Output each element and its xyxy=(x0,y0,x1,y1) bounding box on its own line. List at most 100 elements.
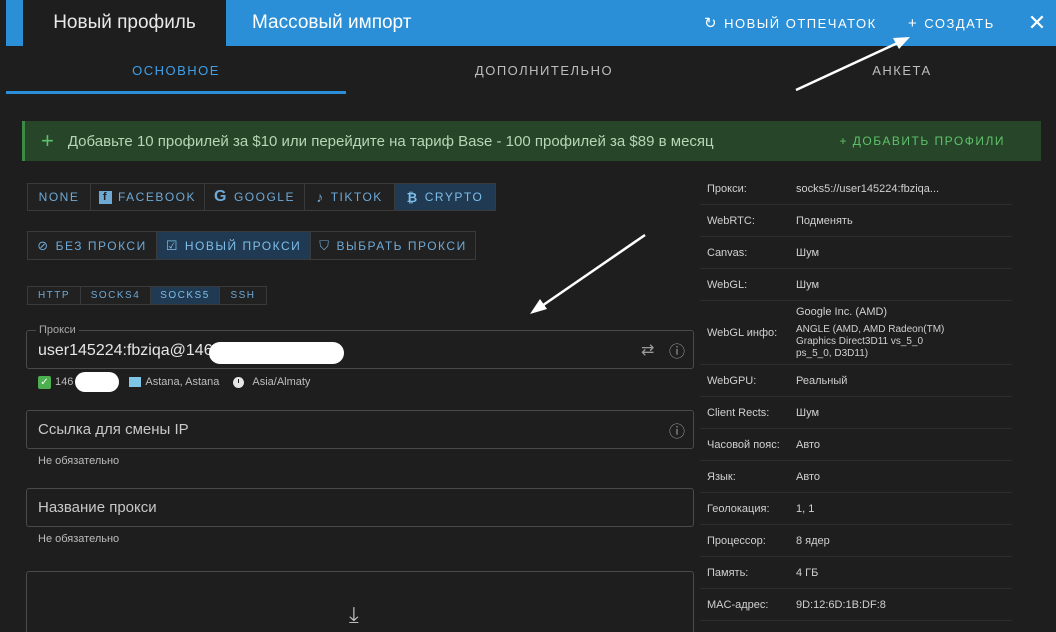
proxy-input-label: Прокси xyxy=(36,324,79,336)
summary-value: Авто xyxy=(796,438,820,451)
summary-value: socks5://user145224:fbziqa... xyxy=(796,182,940,195)
summary-key: MAC-адрес: xyxy=(707,598,769,611)
summary-key: Геолокация: xyxy=(707,502,770,515)
summary-key: WebRTC: xyxy=(707,214,755,227)
proxy-mode-label: НОВЫЙ ПРОКСИ xyxy=(184,238,302,253)
close-icon[interactable]: ✕ xyxy=(1022,0,1052,46)
summary-value: Шум xyxy=(796,278,820,291)
proxy-mode-label: БЕЗ ПРОКСИ xyxy=(55,238,147,253)
summary-row: Геолокация: 1, 1 xyxy=(700,493,1012,525)
summary-row: WebGPU: Реальный xyxy=(700,365,1012,397)
summary-row: Часовой пояс: Авто xyxy=(700,429,1012,461)
platform-google-button[interactable]: G GOOGLE xyxy=(205,184,305,210)
download-icon: ⤓ xyxy=(349,602,359,627)
tab-questionnaire[interactable]: АНКЕТА xyxy=(732,46,1056,95)
summary-key: WebGL инфо: xyxy=(707,326,778,339)
refresh-icon: ↻ xyxy=(704,15,719,32)
new-fingerprint-button[interactable]: ↻ НОВЫЙ ОТПЕЧАТОК xyxy=(704,0,877,46)
summary-row: WebGL: Шум xyxy=(700,269,1012,301)
proxy-name-hint: Не обязательно xyxy=(38,533,120,545)
platform-selector: NONE f FACEBOOK G GOOGLE ♪ TIKTOK ₿ CRYP… xyxy=(27,183,496,211)
summary-value: Шум xyxy=(796,406,820,419)
protocol-socks5-button[interactable]: SOCKS5 xyxy=(151,287,220,304)
info-icon[interactable]: ⓘ xyxy=(669,411,685,448)
edit-icon: ☑ xyxy=(165,237,179,253)
ip-change-url-placeholder: Ссылка для смены IP xyxy=(38,421,189,438)
summary-row: WebGL инфо: Google Inc. (AMD) ANGLE (AMD… xyxy=(700,301,1012,365)
summary-row: MAC-адрес: 9D:12:6D:1B:DF:8 xyxy=(700,589,1012,621)
info-icon[interactable]: ⓘ xyxy=(669,331,685,368)
summary-row: Процессор: 8 ядер xyxy=(700,525,1012,557)
create-button[interactable]: + СОЗДАТЬ xyxy=(908,0,995,46)
ip-change-hint: Не обязательно xyxy=(38,455,120,467)
tab-additional[interactable]: ДОПОЛНИТЕЛЬНО xyxy=(374,46,714,95)
proxy-mode-label: ВЫБРАТЬ ПРОКСИ xyxy=(336,238,467,253)
proxy-ip: 146 xyxy=(55,376,74,388)
tab-bulk-import[interactable]: Массовый импорт xyxy=(252,0,411,46)
tab-basic[interactable]: ОСНОВНОЕ xyxy=(6,46,346,95)
left-strip xyxy=(0,0,6,46)
proxy-mode-selector: ⊘ БЕЗ ПРОКСИ ☑ НОВЫЙ ПРОКСИ ⛉ ВЫБРАТЬ ПР… xyxy=(27,231,476,260)
summary-row: Память: 4 ГБ xyxy=(700,557,1012,589)
protocol-selector: HTTP SOCKS4 SOCKS5 SSH xyxy=(27,286,267,305)
summary-key: Прокси: xyxy=(707,182,747,195)
clock-icon xyxy=(233,376,245,388)
summary-value: Авто xyxy=(796,470,820,483)
platform-tiktok-button[interactable]: ♪ TIKTOK xyxy=(305,184,395,210)
plus-icon: + xyxy=(908,14,919,32)
plus-icon: + xyxy=(41,128,54,153)
platform-label: CRYPTO xyxy=(424,190,484,204)
summary-row: Client Rects: Шум xyxy=(700,397,1012,429)
import-dropzone[interactable]: ⤓ xyxy=(26,571,694,632)
summary-value: Шум xyxy=(796,246,820,259)
summary-key: Язык: xyxy=(707,470,736,483)
platform-label: NONE xyxy=(38,190,80,204)
tiktok-icon: ♪ xyxy=(316,189,325,205)
active-tab-indicator xyxy=(6,91,346,94)
platform-facebook-button[interactable]: f FACEBOOK xyxy=(91,184,205,210)
check-icon: ✓ xyxy=(38,375,51,389)
new-proxy-button[interactable]: ☑ НОВЫЙ ПРОКСИ xyxy=(157,232,311,259)
platform-none-button[interactable]: NONE xyxy=(28,184,91,210)
summary-value: Google Inc. (AMD) ANGLE (AMD, AMD Radeon… xyxy=(796,306,944,360)
redaction-mark xyxy=(209,342,344,364)
proxy-location: Astana, Astana xyxy=(145,376,220,388)
new-fingerprint-label: НОВЫЙ ОТПЕЧАТОК xyxy=(724,15,877,31)
platform-label: GOOGLE xyxy=(233,190,295,204)
proxy-input-value: user145224:fbziqa@146 xyxy=(38,342,213,359)
no-proxy-button[interactable]: ⊘ БЕЗ ПРОКСИ xyxy=(28,232,157,259)
proxy-name-placeholder: Название прокси xyxy=(38,499,157,516)
tab-new-profile[interactable]: Новый профиль xyxy=(23,0,226,46)
create-label: СОЗДАТЬ xyxy=(924,15,995,31)
proxy-input[interactable]: Прокси user145224:fbziqa@146 ⇄ ⓘ xyxy=(26,324,694,369)
bookmark-icon: ⛉ xyxy=(319,237,331,253)
google-icon: G xyxy=(214,188,228,205)
summary-value-line: ANGLE (AMD, AMD Radeon(TM) xyxy=(796,323,945,335)
platform-label: FACEBOOK xyxy=(117,190,197,204)
proxy-name-input[interactable]: Название прокси xyxy=(26,488,694,527)
summary-key: Процессор: xyxy=(707,534,766,547)
protocol-ssh-button[interactable]: SSH xyxy=(220,287,266,304)
summary-key: WebGPU: xyxy=(707,374,757,387)
choose-proxy-button[interactable]: ⛉ ВЫБРАТЬ ПРОКСИ xyxy=(311,232,475,259)
protocol-socks4-button[interactable]: SOCKS4 xyxy=(81,287,151,304)
summary-key: Память: xyxy=(707,566,749,579)
upgrade-banner: + Добавьте 10 профилей за $10 или перейд… xyxy=(22,121,1041,161)
swap-icon[interactable]: ⇄ xyxy=(641,331,654,368)
bitcoin-icon: ₿ xyxy=(406,189,419,205)
summary-key: Canvas: xyxy=(707,246,748,259)
summary-value: 8 ядер xyxy=(796,534,830,547)
protocol-http-button[interactable]: HTTP xyxy=(28,287,81,304)
block-icon: ⊘ xyxy=(37,237,50,253)
summary-row: Язык: Авто xyxy=(700,461,1012,493)
top-bar: Новый профиль Массовый импорт ↻ НОВЫЙ ОТ… xyxy=(0,0,1056,46)
proxy-check-result: ✓ 146 Astana, Astana Asia/Almaty xyxy=(38,372,310,392)
add-profiles-button[interactable]: + ДОБАВИТЬ ПРОФИЛИ xyxy=(839,134,1005,148)
arrow-to-proxy-input xyxy=(530,233,646,314)
summary-value: Реальный xyxy=(796,374,848,387)
ip-change-url-input[interactable]: Ссылка для смены IP ⓘ xyxy=(26,410,694,449)
banner-text: Добавьте 10 профилей за $10 или перейдит… xyxy=(67,132,714,150)
platform-crypto-button[interactable]: ₿ CRYPTO xyxy=(395,184,495,210)
fingerprint-summary: Прокси: socks5://user145224:fbziqa... We… xyxy=(700,173,1012,621)
summary-value: 1, 1 xyxy=(796,502,815,515)
